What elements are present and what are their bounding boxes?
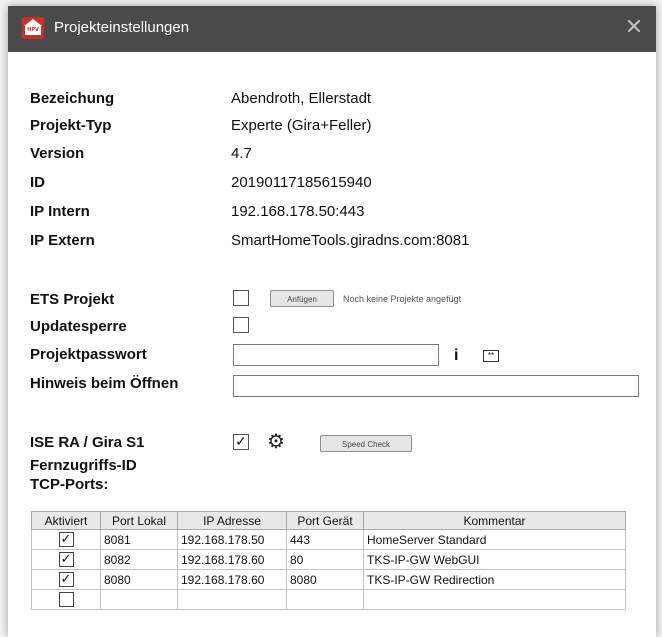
ise-ra-label: ISE RA / Gira S1 — [30, 434, 145, 451]
project-type-label: Projekt-Typ — [30, 117, 112, 134]
id-label: ID — [30, 174, 45, 191]
version-label: Version — [30, 145, 85, 162]
active-cell[interactable]: ✓ — [31, 529, 101, 550]
port-local-cell[interactable]: 8082 — [100, 549, 178, 570]
active-cell[interactable]: ✓ — [31, 549, 101, 570]
password-input[interactable] — [233, 344, 439, 366]
close-icon[interactable]: ✕ — [622, 16, 646, 40]
no-projects-note: Noch keine Projekte angefügt — [343, 294, 462, 304]
show-password-icon[interactable]: ** — [483, 350, 499, 362]
ip-cell[interactable]: 192.168.178.60 — [177, 549, 287, 570]
port-local-cell[interactable]: 8080 — [100, 569, 178, 590]
password-label: Projektpasswort — [30, 346, 147, 363]
col-header-comment[interactable]: Kommentar — [363, 511, 626, 530]
ise-ra-checkbox[interactable]: ✓ — [233, 434, 249, 450]
bezeichnung-value: Abendroth, Ellerstadt — [231, 90, 372, 107]
tcp-ports-table: Aktiviert Port Lokal IP Adresse Port Ger… — [31, 511, 626, 610]
ip-extern-value: SmartHomeTools.giradns.com:8081 — [231, 232, 470, 249]
comment-cell[interactable]: HomeServer Standard — [363, 529, 626, 550]
project-settings-dialog: HPV Projekteinstellungen ✕ Bezeichung Ab… — [8, 6, 656, 637]
table-row[interactable]: ✓ 8081 192.168.178.50 443 HomeServer Sta… — [31, 529, 626, 550]
ets-project-label: ETS Projekt — [30, 291, 115, 308]
active-cell[interactable]: ✓ — [31, 569, 101, 590]
tcp-ports-label: TCP-Ports: — [30, 476, 109, 493]
port-local-cell[interactable]: 8081 — [100, 529, 178, 550]
table-row[interactable] — [31, 589, 626, 610]
port-local-cell[interactable] — [100, 589, 178, 610]
row-checkbox[interactable]: ✓ — [58, 552, 74, 568]
gear-icon[interactable]: ⚙ — [267, 432, 285, 452]
comment-cell[interactable]: TKS-IP-GW WebGUI — [363, 549, 626, 570]
id-value: 20190117185615940 — [231, 174, 372, 191]
bezeichnung-label: Bezeichung — [30, 90, 115, 107]
update-lock-checkbox[interactable] — [233, 317, 249, 333]
speed-check-button[interactable]: Speed Check — [320, 435, 412, 452]
ip-intern-value: 192.168.178.50:443 — [231, 203, 365, 220]
window-title: Projekteinstellungen — [54, 19, 190, 36]
col-header-port-device[interactable]: Port Gerät — [286, 511, 364, 530]
ip-cell[interactable] — [177, 589, 287, 610]
port-device-cell[interactable]: 8080 — [286, 569, 364, 590]
ip-extern-label: IP Extern — [30, 232, 95, 249]
info-icon[interactable]: i — [454, 347, 458, 365]
active-cell[interactable] — [31, 589, 101, 610]
row-checkbox[interactable] — [58, 592, 74, 608]
row-checkbox[interactable]: ✓ — [58, 532, 74, 548]
remote-access-id-label: Fernzugriffs-ID — [30, 457, 137, 474]
open-hint-input[interactable] — [233, 375, 639, 397]
title-bar: HPV Projekteinstellungen ✕ — [8, 6, 656, 52]
port-device-cell[interactable]: 443 — [286, 529, 364, 550]
table-row[interactable]: ✓ 8082 192.168.178.60 80 TKS-IP-GW WebGU… — [31, 549, 626, 570]
comment-cell[interactable] — [363, 589, 626, 610]
col-header-port-local[interactable]: Port Lokal — [100, 511, 178, 530]
port-device-cell[interactable] — [286, 589, 364, 610]
version-value: 4.7 — [231, 145, 252, 162]
comment-cell[interactable]: TKS-IP-GW Redirection — [363, 569, 626, 590]
port-device-cell[interactable]: 80 — [286, 549, 364, 570]
table-header-row: Aktiviert Port Lokal IP Adresse Port Ger… — [31, 511, 626, 530]
table-row[interactable]: ✓ 8080 192.168.178.60 8080 TKS-IP-GW Red… — [31, 569, 626, 590]
ip-cell[interactable]: 192.168.178.60 — [177, 569, 287, 590]
open-hint-label: Hinweis beim Öffnen — [30, 375, 179, 392]
col-header-active[interactable]: Aktiviert — [31, 511, 101, 530]
ip-intern-label: IP Intern — [30, 203, 90, 220]
col-header-ip[interactable]: IP Adresse — [177, 511, 287, 530]
ip-cell[interactable]: 192.168.178.50 — [177, 529, 287, 550]
append-button[interactable]: Anfügen — [270, 290, 334, 307]
row-checkbox[interactable]: ✓ — [58, 572, 74, 588]
update-lock-label: Updatesperre — [30, 318, 127, 335]
app-logo-icon: HPV — [22, 17, 44, 39]
project-type-value: Experte (Gira+Feller) — [231, 117, 372, 134]
ets-project-checkbox[interactable] — [233, 290, 249, 306]
